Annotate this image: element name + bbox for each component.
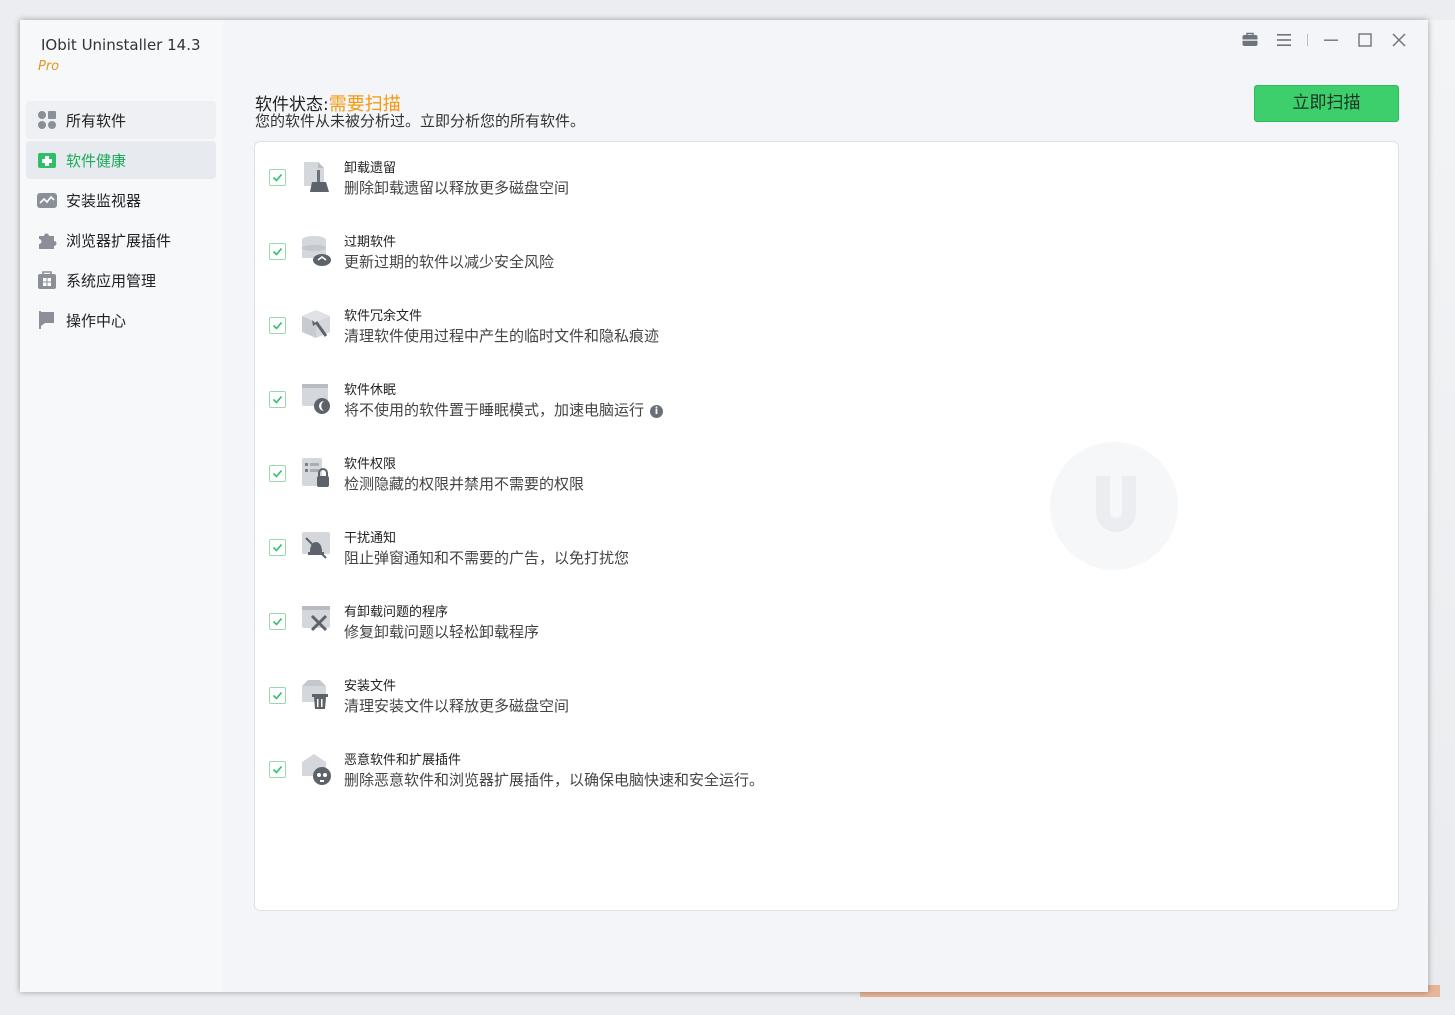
health-item-malware: 恶意软件和扩展插件 删除恶意软件和浏览器扩展插件，以确保电脑快速和安全运行。	[255, 734, 1255, 794]
sidebar-item-software-health[interactable]: 软件健康	[26, 141, 216, 179]
health-item-leftovers: 卸载遗留 删除卸载遗留以释放更多磁盘空间	[255, 142, 1255, 202]
outdated-cloud-icon	[300, 234, 332, 268]
sidebar-item-label: 系统应用管理	[66, 271, 157, 290]
health-item-junk-files: 软件冗余文件 清理软件使用过程中产生的临时文件和隐私痕迹	[255, 290, 1255, 350]
titlebar-separator	[1307, 34, 1308, 46]
item-title: 软件冗余文件	[344, 309, 423, 324]
item-title: 过期软件	[344, 235, 397, 250]
item-title: 安装文件	[344, 679, 397, 694]
item-description: 删除卸载遗留以释放更多磁盘空间	[344, 179, 570, 197]
junk-files-checkbox[interactable]	[269, 317, 286, 334]
item-title: 恶意软件和扩展插件	[344, 753, 462, 768]
app-edition: Pro	[38, 59, 60, 74]
flag-icon	[36, 309, 58, 331]
minimize-icon[interactable]	[1314, 26, 1348, 54]
installer-trash-icon	[300, 678, 332, 712]
sidebar-item-all-software[interactable]: 所有软件	[26, 101, 216, 139]
item-description: 清理软件使用过程中产生的临时文件和隐私痕迹	[344, 327, 660, 345]
health-item-permissions: 软件权限 检测隐藏的权限并禁用不需要的权限	[255, 438, 1255, 498]
sidebar-item-label: 软件健康	[66, 151, 127, 170]
scan-now-button[interactable]: 立即扫描	[1254, 85, 1399, 122]
item-title: 软件权限	[344, 457, 397, 472]
sidebar-item-browser-extensions[interactable]: 浏览器扩展插件	[26, 221, 216, 259]
item-description: 检测隐藏的权限并禁用不需要的权限	[344, 475, 585, 493]
leftovers-checkbox[interactable]	[269, 169, 286, 186]
menu-icon[interactable]	[1267, 26, 1301, 54]
maximize-icon[interactable]	[1348, 26, 1382, 54]
sidebar-item-label: 安装监视器	[66, 191, 142, 210]
item-title: 干扰通知	[344, 531, 397, 546]
health-item-outdated: 过期软件 更新过期的软件以减少安全风险	[255, 216, 1255, 276]
windows-bag-icon	[36, 269, 58, 291]
permissions-checkbox[interactable]	[269, 465, 286, 482]
sidebar-item-install-monitor[interactable]: 安装监视器	[26, 181, 216, 219]
health-items-panel: 卸载遗留 删除卸载遗留以释放更多磁盘空间 过期软件 更新过期的软件以减少安全风险…	[254, 141, 1399, 911]
app-window: IObit Uninstaller 14.3 Pro 所有软件 软件健康 安装监…	[20, 20, 1428, 992]
sleep-moon-icon	[300, 382, 332, 416]
item-title: 软件休眠	[344, 383, 397, 398]
info-icon[interactable]: i	[650, 405, 664, 418]
monitor-chart-icon	[36, 189, 58, 211]
notifications-checkbox[interactable]	[269, 539, 286, 556]
titlebar-controls	[1233, 26, 1416, 54]
item-description-text: 将不使用的软件置于睡眠模式，加速电脑运行	[344, 401, 645, 419]
sidebar-nav: 所有软件 软件健康 安装监视器 浏览器扩展插件 系统应用管理 操作中心	[26, 101, 216, 341]
leftover-broom-icon	[300, 160, 332, 194]
item-description: 更新过期的软件以减少安全风险	[344, 253, 555, 271]
sleep-checkbox[interactable]	[269, 391, 286, 408]
sidebar-item-label: 操作中心	[66, 311, 127, 330]
sidebar-item-action-center[interactable]: 操作中心	[26, 301, 216, 339]
item-description: 删除恶意软件和浏览器扩展插件，以确保电脑快速和安全运行。	[344, 771, 765, 789]
sidebar-item-label: 浏览器扩展插件	[66, 231, 172, 250]
malware-checkbox[interactable]	[269, 761, 286, 778]
background-window-edge	[1428, 20, 1455, 1000]
health-plus-icon	[36, 149, 58, 171]
item-description: 阻止弹窗通知和不需要的广告，以免打扰您	[344, 549, 630, 567]
status-subtitle: 您的软件从未被分析过。立即分析您的所有软件。	[255, 112, 586, 130]
item-description: 清理安装文件以释放更多磁盘空间	[344, 697, 570, 715]
health-item-notifications: 干扰通知 阻止弹窗通知和不需要的广告，以免打扰您	[255, 512, 1255, 572]
problem-programs-checkbox[interactable]	[269, 613, 286, 630]
malware-skull-icon	[300, 752, 332, 786]
close-icon[interactable]	[1382, 26, 1416, 54]
bell-off-icon	[300, 530, 332, 564]
toolbox-icon[interactable]	[1233, 26, 1267, 54]
puzzle-icon	[36, 229, 58, 251]
permission-lock-icon	[300, 456, 332, 490]
health-item-install-files: 安装文件 清理安装文件以释放更多磁盘空间	[255, 660, 1255, 720]
app-title: IObit Uninstaller 14.3	[41, 36, 201, 54]
item-description: 将不使用的软件置于睡眠模式，加速电脑运行 i	[344, 399, 664, 420]
junk-brush-icon	[300, 308, 332, 342]
grid-apps-icon	[36, 109, 58, 131]
health-item-problem-programs: 有卸载问题的程序 修复卸载问题以轻松卸载程序	[255, 586, 1255, 646]
install-files-checkbox[interactable]	[269, 687, 286, 704]
repair-tools-icon	[300, 604, 332, 638]
sidebar-item-label: 所有软件	[66, 111, 127, 130]
item-title: 卸载遗留	[344, 161, 397, 176]
outdated-checkbox[interactable]	[269, 243, 286, 260]
sidebar-item-system-apps[interactable]: 系统应用管理	[26, 261, 216, 299]
item-title: 有卸载问题的程序	[344, 605, 449, 620]
health-item-sleep: 软件休眠 将不使用的软件置于睡眠模式，加速电脑运行 i	[255, 364, 1255, 424]
item-description: 修复卸载问题以轻松卸载程序	[344, 623, 540, 641]
sidebar: IObit Uninstaller 14.3 Pro 所有软件 软件健康 安装监…	[20, 20, 223, 992]
